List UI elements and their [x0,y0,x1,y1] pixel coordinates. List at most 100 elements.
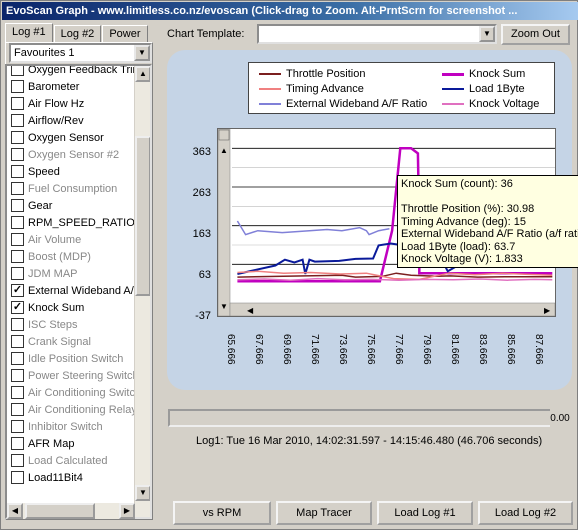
parameter-item[interactable]: ✓ Knock Sum [7,299,137,316]
parameter-label: Knock Sum [28,301,85,314]
parameter-item[interactable]: Air Conditioning Switch [7,384,137,401]
parameter-checkbox[interactable] [11,165,24,178]
x-tick-label: 77.666 [393,334,404,365]
hscroll-thumb[interactable] [25,503,95,519]
legend-swatch [259,103,281,105]
parameter-item[interactable]: Speed [7,163,137,180]
legend-knock-sum: Knock Sum [442,68,525,80]
parameter-checkbox[interactable] [11,335,24,348]
chart-template-select[interactable]: ▼ [257,24,497,44]
parameter-label: Air Conditioning Relay [28,403,137,416]
data-tooltip: Knock Sum (count): 36 Throttle Position … [397,175,578,268]
parameter-item[interactable]: Inhibitor Switch [7,418,137,435]
parameter-checkbox[interactable] [11,267,24,280]
parameter-checkbox[interactable] [11,80,24,93]
list-horizontal-scrollbar[interactable]: ◀ ▶ [7,503,135,519]
y-tick-label: 163 [192,228,211,240]
chevron-down-icon[interactable]: ▼ [479,26,495,42]
time-slider[interactable]: 0.00 [168,408,570,430]
parameter-checkbox[interactable] [11,471,24,484]
parameter-checkbox[interactable]: ✓ [11,301,24,314]
load-log1-button[interactable]: Load Log #1 [377,501,473,525]
parameter-label: Air Volume [28,233,82,246]
parameter-item[interactable]: Airflow/Rev [7,112,137,129]
parameter-item[interactable]: Oxygen Sensor #2 [7,146,137,163]
parameter-checkbox[interactable] [11,233,24,246]
parameter-item[interactable]: Air Flow Hz [7,95,137,112]
parameter-label: Oxygen Feedback Trim [28,64,137,76]
parameter-item[interactable]: ✓ External Wideband A/F Ratio [7,282,137,299]
parameter-checkbox[interactable] [11,369,24,382]
scroll-thumb[interactable] [135,136,150,296]
parameter-label: Inhibitor Switch [28,420,103,433]
parameter-checkbox[interactable] [11,454,24,467]
chart-template-label: Chart Template: [167,28,245,40]
parameter-checkbox[interactable] [11,403,24,416]
parameter-label: Idle Position Switch [28,352,124,365]
plot-vscroll [217,128,231,317]
parameter-checkbox[interactable] [11,318,24,331]
parameter-item[interactable]: Air Conditioning Relay [7,401,137,418]
parameter-item[interactable]: Oxygen Sensor [7,129,137,146]
parameter-item[interactable]: Boost (MDP) [7,248,137,265]
parameter-checkbox[interactable] [11,182,24,195]
parameter-item[interactable]: ISC Steps [7,316,137,333]
log-info: Log1: Tue 16 Mar 2010, 14:02:31.597 - 14… [196,435,543,447]
parameter-label: Gear [28,199,53,212]
parameter-item[interactable]: Load11Bit4 [7,469,137,486]
tooltip-spacer [401,191,575,204]
parameter-checkbox[interactable] [11,437,24,450]
parameter-item[interactable]: Barometer [7,78,137,95]
plot-scroll-up-icon: ▲ [220,146,228,155]
parameter-checkbox[interactable] [11,199,24,212]
parameter-item[interactable]: Oxygen Feedback Trim [7,64,137,78]
plot-scroll-down-icon: ▼ [220,302,228,311]
parameter-list[interactable]: Oxygen Feedback Trim Barometer Air Flow Hz… [5,64,152,519]
list-vertical-scrollbar[interactable]: ▲ ▼ [134,66,150,517]
parameter-checkbox[interactable]: ✓ [11,284,24,297]
parameter-item[interactable]: RPM_SPEED_RATIO [7,214,137,231]
parameter-checkbox[interactable] [11,352,24,365]
tab-log2[interactable]: Log #2 [53,25,102,43]
parameter-checkbox[interactable] [11,66,24,76]
parameter-checkbox[interactable] [11,114,24,127]
x-tick-label: 75.666 [365,334,376,365]
parameter-item[interactable]: JDM MAP [7,265,137,282]
parameter-checkbox[interactable] [11,131,24,144]
parameter-item[interactable]: Load Calculated [7,452,137,469]
parameter-checkbox[interactable] [11,250,24,263]
parameter-label: External Wideband A/F Ratio [28,284,137,297]
parameter-item[interactable]: Air Volume [7,231,137,248]
time-slider-thumb[interactable]: 0.00 [550,408,570,430]
favourites-select[interactable]: Favourites 1 ▼ [9,43,152,63]
parameter-checkbox[interactable] [11,216,24,229]
chevron-down-icon[interactable]: ▼ [134,45,150,61]
parameter-label: Airflow/Rev [28,114,84,127]
zoom-out-button[interactable]: Zoom Out [501,24,570,45]
parameter-item[interactable]: AFR Map [7,435,137,452]
load-log2-button[interactable]: Load Log #2 [478,501,573,525]
scroll-down-icon[interactable]: ▼ [135,485,150,501]
parameter-checkbox[interactable] [11,148,24,161]
plot-scroll-right-icon: ▶ [544,306,551,315]
tab-power[interactable]: Power [102,25,148,43]
tooltip-header: Knock Sum (count): 36 [401,178,513,190]
parameter-checkbox[interactable] [11,420,24,433]
parameter-item[interactable]: Power Steering Switch [7,367,137,384]
tab-log1[interactable]: Log #1 [5,23,53,43]
parameter-label: Oxygen Sensor #2 [28,148,120,161]
legend-swatch [259,73,281,75]
parameter-checkbox[interactable] [11,97,24,110]
parameter-label: Load Calculated [28,454,108,467]
scroll-up-icon[interactable]: ▲ [135,66,150,82]
parameter-item[interactable]: Fuel Consumption [7,180,137,197]
scroll-right-icon[interactable]: ▶ [119,503,135,519]
scroll-left-icon[interactable]: ◀ [7,503,23,519]
parameter-item[interactable]: Idle Position Switch [7,350,137,367]
parameter-checkbox[interactable] [11,386,24,399]
parameter-item[interactable]: Crank Signal [7,333,137,350]
x-tick-label: 81.666 [449,334,460,365]
vs-rpm-button[interactable]: vs RPM [173,501,271,525]
map-tracer-button[interactable]: Map Tracer [276,501,372,525]
parameter-item[interactable]: Gear [7,197,137,214]
